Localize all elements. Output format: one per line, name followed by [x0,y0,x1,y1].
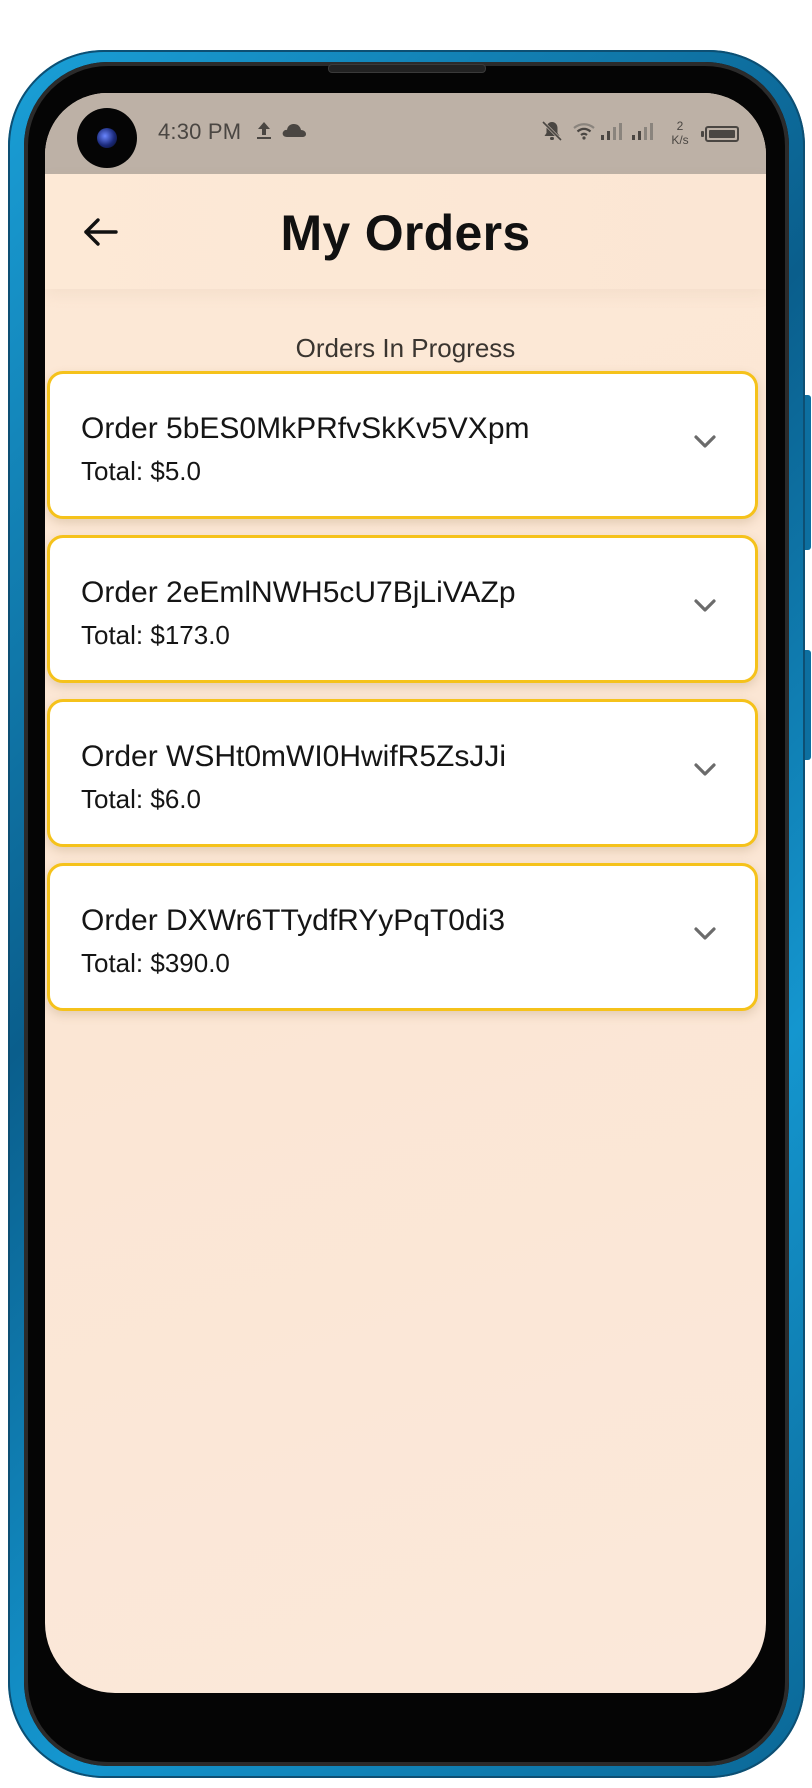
app-screen: 4:30 PM 2 K/s My Orders Orders In Progre… [45,93,766,1693]
network-speed-value: 2 [676,119,684,133]
order-title: Order DXWr6TTydfRYyPqT0di3 [81,904,506,937]
front-camera [77,108,137,168]
network-speed: 2 K/s [667,119,693,147]
battery-icon [701,126,739,142]
section-label: Orders In Progress [295,333,516,363]
order-title: Order 2eEmlNWH5cU7BjLiVAZp [81,576,516,609]
signal-icon [631,121,657,147]
power-button [805,650,811,760]
order-total: Total: $6.0 [81,784,201,814]
order-total: Total: $5.0 [81,456,201,486]
order-title: Order 5bES0MkPRfvSkKv5VXpm [81,412,530,445]
order-card[interactable]: Order WSHt0mWI0HwifR5ZsJJi Total: $6.0 [47,699,758,847]
chevron-down-icon[interactable] [691,596,719,616]
order-title: Order WSHt0mWI0HwifR5ZsJJi [81,740,507,773]
page-title: My Orders [280,205,531,261]
chevron-down-icon[interactable] [691,924,719,944]
chevron-down-icon[interactable] [691,760,719,780]
signal-icon [600,121,626,147]
chevron-down-icon[interactable] [691,432,719,452]
wifi-icon [572,121,596,147]
battery-level [709,130,735,138]
bell-off-icon [541,120,563,148]
upload-icon [253,119,275,147]
earpiece-speaker [328,64,486,73]
status-bar: 4:30 PM 2 K/s [45,93,766,174]
order-card[interactable]: Order 5bES0MkPRfvSkKv5VXpm Total: $5.0 [47,371,758,519]
device-mockup: 4:30 PM 2 K/s My Orders Orders In Progre… [0,0,812,1788]
order-card[interactable]: Order DXWr6TTydfRYyPqT0di3 Total: $390.0 [47,863,758,1011]
volume-button [805,395,811,550]
status-time: 4:30 PM [158,119,242,144]
order-total: Total: $390.0 [81,948,230,978]
cloud-icon [280,120,308,146]
network-speed-unit: K/s [671,133,689,147]
app-bar: My Orders [45,174,766,289]
order-card[interactable]: Order 2eEmlNWH5cU7BjLiVAZp Total: $173.0 [47,535,758,683]
order-total: Total: $173.0 [81,620,230,650]
